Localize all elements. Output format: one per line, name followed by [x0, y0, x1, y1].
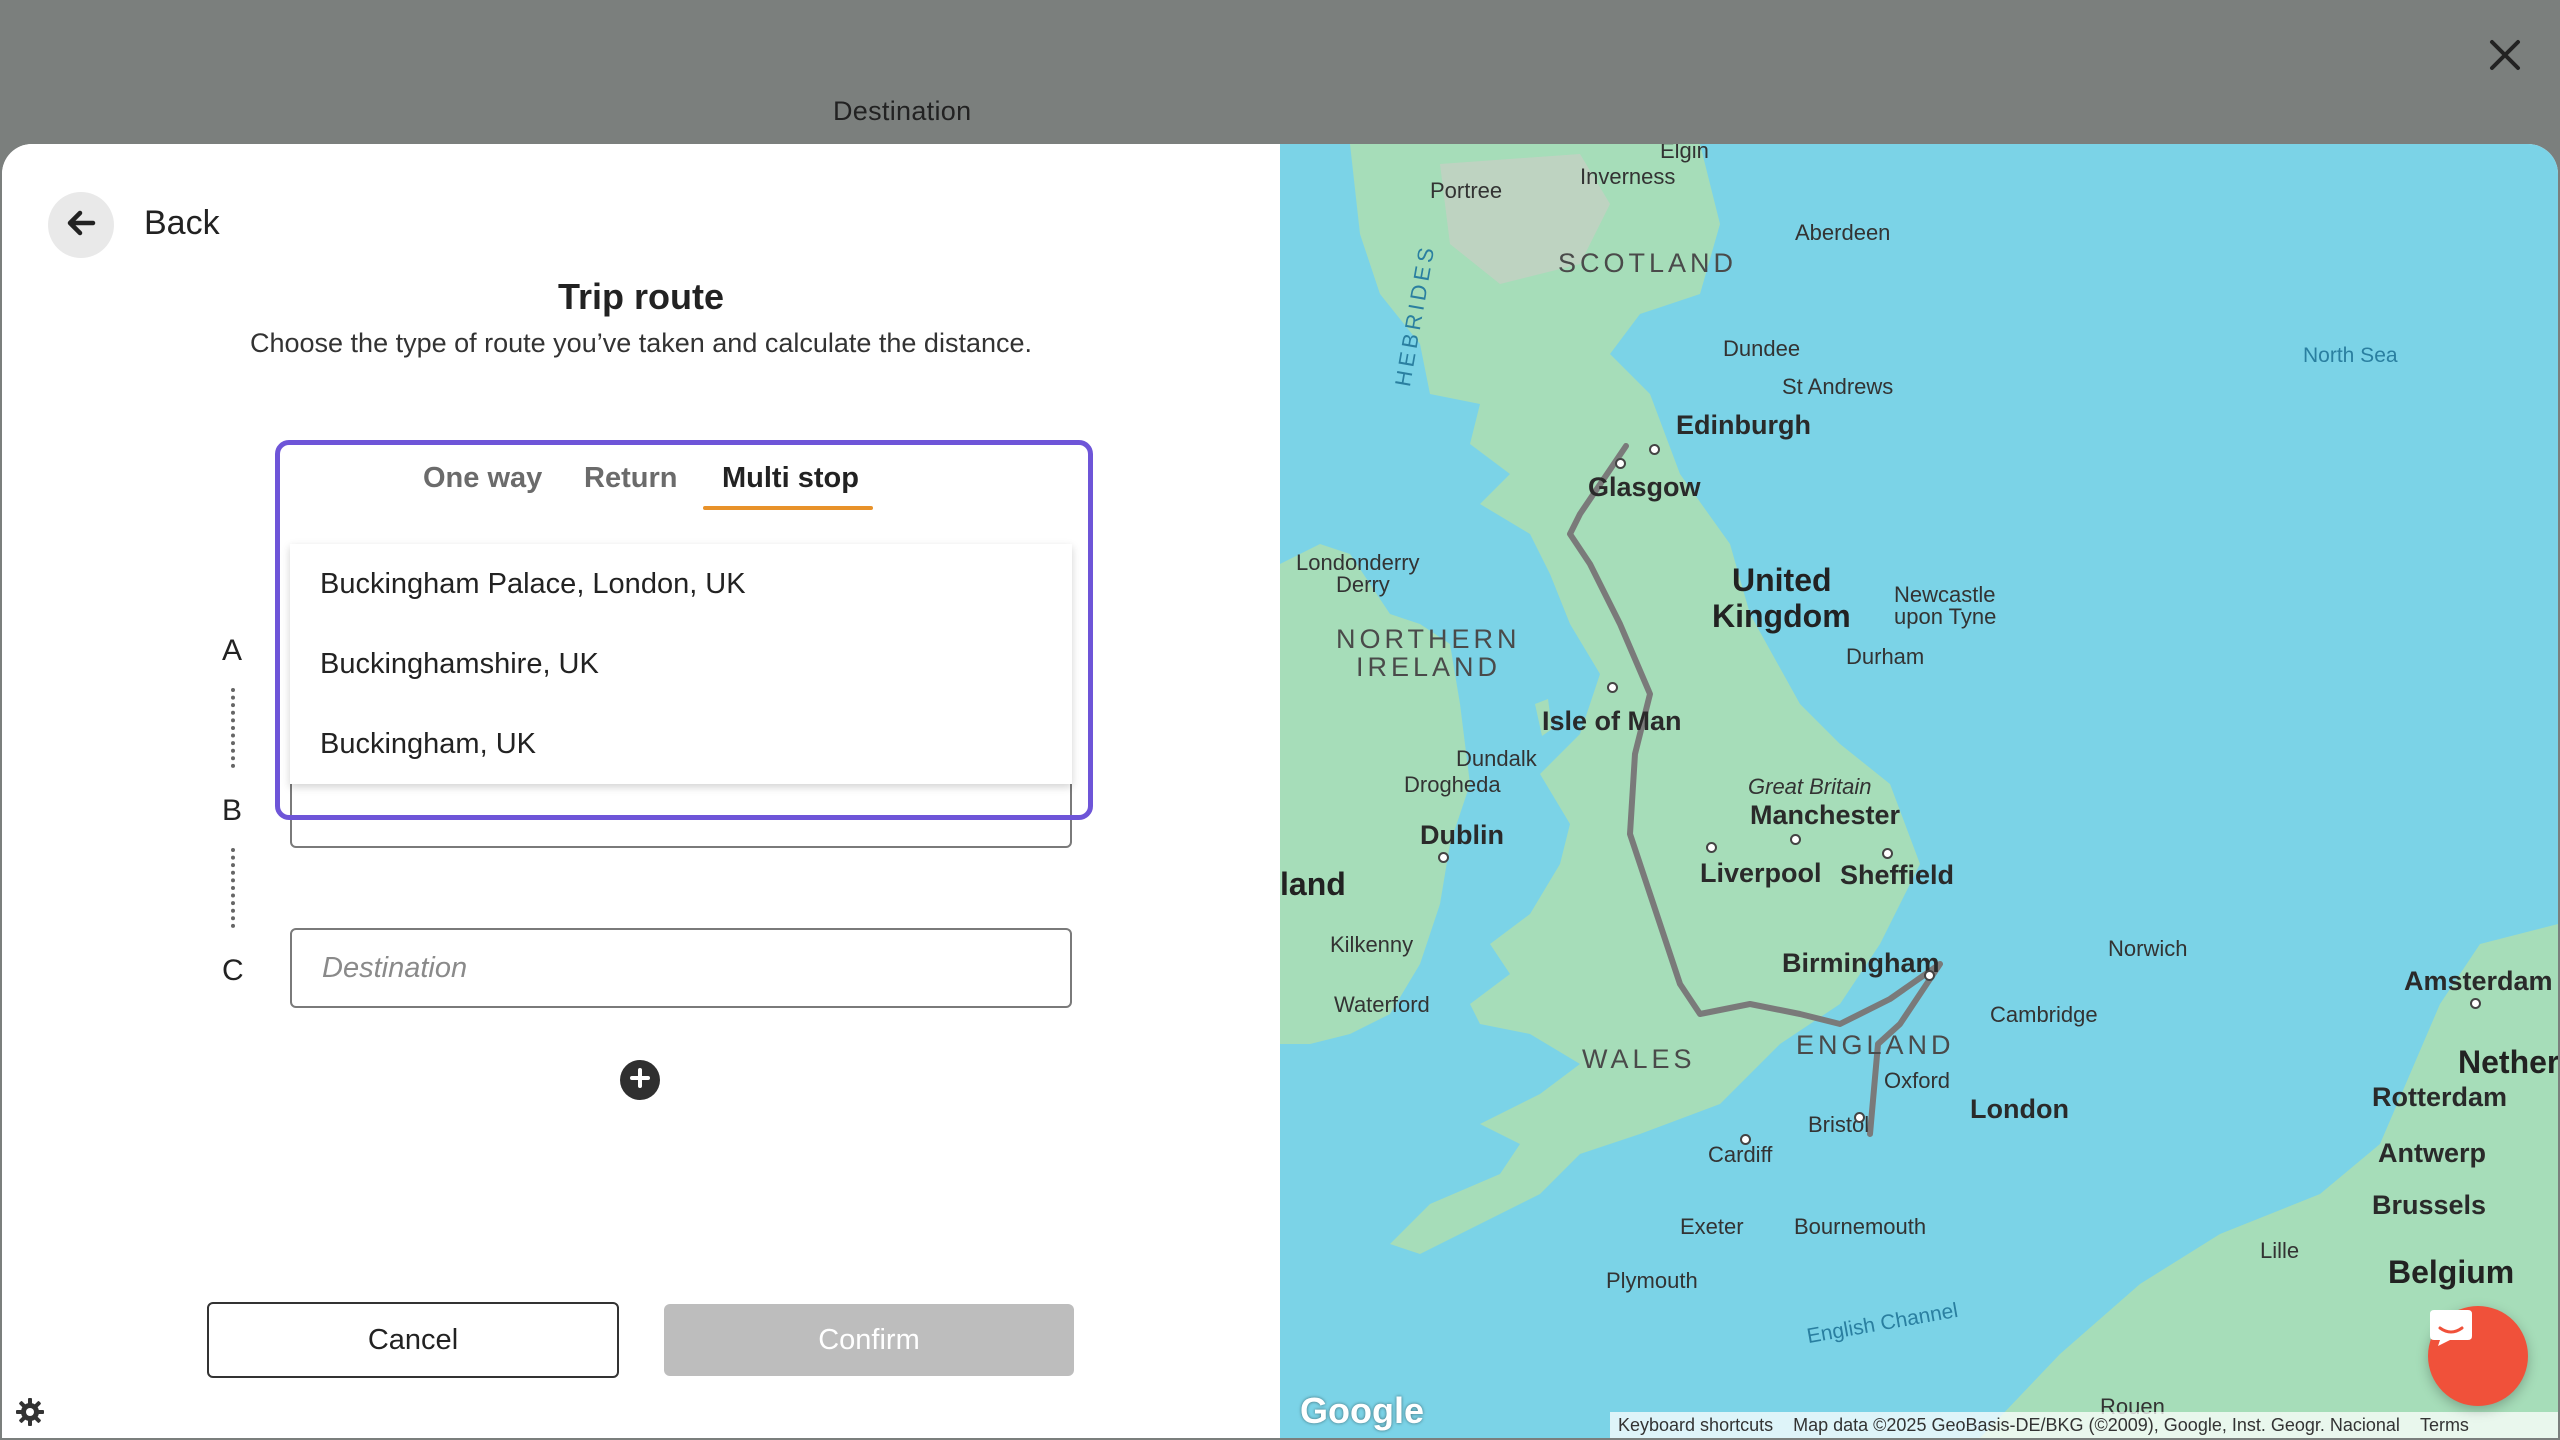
map-label: St Andrews: [1782, 374, 1894, 399]
map-label: Glasgow: [1588, 472, 1701, 502]
chat-launcher-button[interactable]: [2428, 1306, 2528, 1406]
map-data-credit: Map data ©2025 GeoBasis-DE/BKG (©2009), …: [1793, 1414, 2400, 1435]
stop-connector: [231, 848, 235, 928]
map-label: Lille: [2260, 1238, 2300, 1263]
route-type-tabs: One way Return Multi stop: [2, 462, 1280, 522]
city-marker: [1924, 970, 1935, 981]
page-subtitle: Choose the type of route you’ve taken an…: [249, 328, 1032, 358]
city-marker: [1607, 682, 1618, 693]
city-marker: [1882, 848, 1893, 859]
map-label: Kilkenny: [1330, 932, 1414, 957]
map-label: Dundee: [1723, 336, 1801, 361]
map-label: Birmingham: [1782, 948, 1940, 978]
map-label: Drogheda: [1404, 772, 1501, 797]
map-label: Antwerp: [2378, 1138, 2486, 1168]
map-label: upon Tyne: [1894, 604, 1997, 629]
map-attribution: Keyboard shortcuts Map data ©2025 GeoBas…: [1610, 1412, 2558, 1438]
map-label: Liverpool: [1700, 858, 1822, 888]
map-label: Elgin: [1660, 144, 1709, 163]
city-marker: [1706, 842, 1717, 853]
plus-circle-icon: [628, 1066, 652, 1095]
map-label: Aberdeen: [1795, 220, 1891, 245]
back-button[interactable]: [48, 192, 114, 258]
map-label: Belgium: [2388, 1254, 2515, 1290]
map-label: Cambridge: [1990, 1002, 2098, 1027]
page-title: Trip route: [557, 276, 724, 317]
autocomplete-dropdown: Buckingham Palace, London, UK Buckingham…: [290, 544, 1072, 784]
confirm-button[interactable]: Confirm: [664, 1304, 1074, 1376]
map-label: Norwich: [2108, 936, 2188, 961]
city-marker: [2470, 998, 2481, 1009]
map-label: Dundalk: [1456, 746, 1537, 771]
map-label: Rotterdam: [2372, 1082, 2508, 1112]
map-label: London: [1970, 1094, 2069, 1124]
close-icon[interactable]: [2484, 34, 2526, 76]
map-label: Dublin: [1420, 820, 1504, 850]
map-label: Bournemouth: [1794, 1214, 1927, 1239]
city-marker: [1649, 444, 1660, 455]
map-label: ENGLAND: [1796, 1030, 1955, 1060]
suggestion-item[interactable]: Buckingham Palace, London, UK: [290, 544, 1072, 624]
map-label: Plymouth: [1606, 1268, 1698, 1293]
map-label: Brussels: [2372, 1190, 2487, 1220]
active-tab-indicator: [703, 506, 873, 510]
arrow-left-icon: [63, 205, 99, 246]
add-stop-button[interactable]: [620, 1060, 660, 1100]
tab-multi-stop[interactable]: Multi stop: [722, 462, 859, 495]
modal-header: Destination: [0, 0, 2560, 145]
map-label: Waterford: [1334, 992, 1430, 1017]
stop-connector: [231, 688, 235, 768]
map-label: Cardiff: [1708, 1142, 1773, 1167]
gear-icon[interactable]: [14, 1396, 46, 1428]
map-label: North Sea: [2303, 344, 2398, 367]
map-label: Exeter: [1680, 1214, 1744, 1239]
map-label: Durham: [1846, 644, 1925, 669]
route-map[interactable]: Elgin Portree Inverness Aberdeen HEBRIDE…: [1280, 144, 2558, 1438]
tab-return[interactable]: Return: [584, 462, 677, 495]
map-label: Isle of Man: [1542, 706, 1682, 736]
terms-link[interactable]: Terms: [2420, 1415, 2469, 1436]
map-label: Sheffield: [1840, 860, 1955, 890]
city-marker: [1854, 1112, 1865, 1123]
map-label: land: [1280, 866, 1346, 902]
header-title: Destination: [833, 96, 972, 126]
back-label[interactable]: Back: [144, 204, 220, 243]
map-label: Great Britain: [1748, 774, 1872, 799]
map-label: Kingdom: [1712, 598, 1851, 634]
map-label: Nether: [2458, 1044, 2558, 1080]
suggestion-item[interactable]: Buckinghamshire, UK: [290, 624, 1072, 704]
keyboard-shortcuts-link[interactable]: Keyboard shortcuts: [1618, 1415, 1773, 1436]
stop-letter-b: B: [222, 794, 243, 827]
map-label: SCOTLAND: [1558, 248, 1738, 278]
map-label: United: [1732, 562, 1832, 598]
tab-one-way[interactable]: One way: [423, 462, 542, 495]
stop-c-input[interactable]: [290, 928, 1072, 1008]
city-marker: [1615, 458, 1626, 469]
google-logo: Google: [1300, 1390, 1424, 1431]
city-marker: [1790, 834, 1801, 845]
map-label: Oxford: [1884, 1068, 1951, 1093]
cancel-button[interactable]: Cancel: [207, 1302, 619, 1378]
map-label: Edinburgh: [1676, 410, 1811, 440]
map-label: Manchester: [1750, 800, 1901, 830]
map-label: Amsterdam: [2404, 966, 2553, 996]
stop-letter-c: C: [222, 954, 244, 987]
map-label: WALES: [1582, 1044, 1696, 1074]
map-label: Portree: [1430, 178, 1503, 203]
stop-letter-a: A: [222, 634, 243, 667]
map-label: IRELAND: [1356, 652, 1502, 682]
map-label: NORTHERN: [1336, 624, 1521, 654]
suggestion-item[interactable]: Buckingham, UK: [290, 704, 1072, 784]
city-marker: [1740, 1134, 1751, 1145]
city-marker: [1438, 852, 1449, 863]
map-label: Derry: [1336, 572, 1390, 597]
map-label: Inverness: [1580, 164, 1676, 189]
